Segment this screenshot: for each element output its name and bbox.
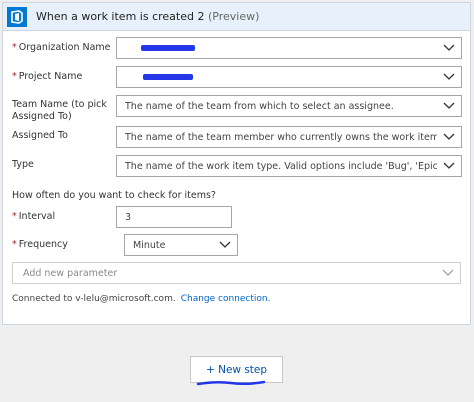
interval-label: * Interval <box>12 211 55 223</box>
project-value <box>125 72 437 83</box>
organization-label-text: Organization Name <box>18 42 111 53</box>
required-marker: * <box>12 71 17 82</box>
frequency-value: Minute <box>133 239 166 251</box>
add-new-parameter-placeholder: Add new parameter <box>23 267 118 279</box>
type-dropdown[interactable]: The name of the work item type. Valid op… <box>116 155 462 177</box>
team-label: Team Name (to pick Assigned To) <box>12 99 107 122</box>
change-connection-link[interactable]: Change connection. <box>181 294 271 304</box>
trigger-card: When a work item is created 2 (Preview) … <box>2 2 471 325</box>
redaction-mark <box>141 44 195 51</box>
team-dropdown[interactable]: The name of the team from which to selec… <box>116 95 462 117</box>
required-marker: * <box>12 239 17 250</box>
organization-label: * Organization Name <box>12 42 111 54</box>
connection-text: Connected to v-lelu@microsoft.com. <box>12 294 176 304</box>
underline-annotation <box>196 380 266 386</box>
project-label: * Project Name <box>12 71 82 83</box>
assigned-placeholder: The name of the team member who currentl… <box>125 131 437 143</box>
interval-value: 3 <box>125 211 132 223</box>
chevron-down-icon <box>437 38 461 58</box>
chevron-down-icon <box>437 127 461 147</box>
interval-input[interactable]: 3 <box>116 206 232 228</box>
frequency-dropdown[interactable]: Minute <box>124 234 238 256</box>
chevron-down-icon <box>437 67 461 87</box>
organization-value <box>125 43 437 54</box>
team-placeholder: The name of the team from which to selec… <box>125 100 394 112</box>
type-placeholder: The name of the work item type. Valid op… <box>125 160 437 172</box>
azure-devops-logo-icon <box>7 6 27 27</box>
check-frequency-question: How often do you want to check for items… <box>12 190 216 201</box>
assigned-dropdown[interactable]: The name of the team member who currentl… <box>116 126 462 148</box>
connection-info: Connected to v-lelu@microsoft.com. Change… <box>12 294 270 304</box>
frequency-label-text: Frequency <box>18 239 68 250</box>
required-marker: * <box>12 42 17 53</box>
frequency-label: * Frequency <box>12 239 68 251</box>
project-dropdown[interactable] <box>116 66 462 88</box>
card-title-text: When a work item is created 2 <box>36 10 205 23</box>
type-label: Type <box>12 159 34 170</box>
required-marker: * <box>12 211 17 222</box>
chevron-down-icon <box>436 263 460 283</box>
card-title: When a work item is created 2 (Preview) <box>36 10 259 23</box>
trigger-card-header[interactable]: When a work item is created 2 (Preview) <box>3 3 470 31</box>
chevron-down-icon <box>213 235 237 255</box>
add-new-parameter-dropdown[interactable]: Add new parameter <box>12 262 461 284</box>
preview-tag: (Preview) <box>207 10 260 23</box>
interval-label-text: Interval <box>18 211 56 222</box>
assigned-label: Assigned To <box>12 130 68 141</box>
project-label-text: Project Name <box>18 71 83 82</box>
chevron-down-icon <box>437 156 461 176</box>
chevron-down-icon <box>437 96 461 116</box>
redaction-mark <box>143 73 193 80</box>
organization-dropdown[interactable] <box>116 37 462 59</box>
